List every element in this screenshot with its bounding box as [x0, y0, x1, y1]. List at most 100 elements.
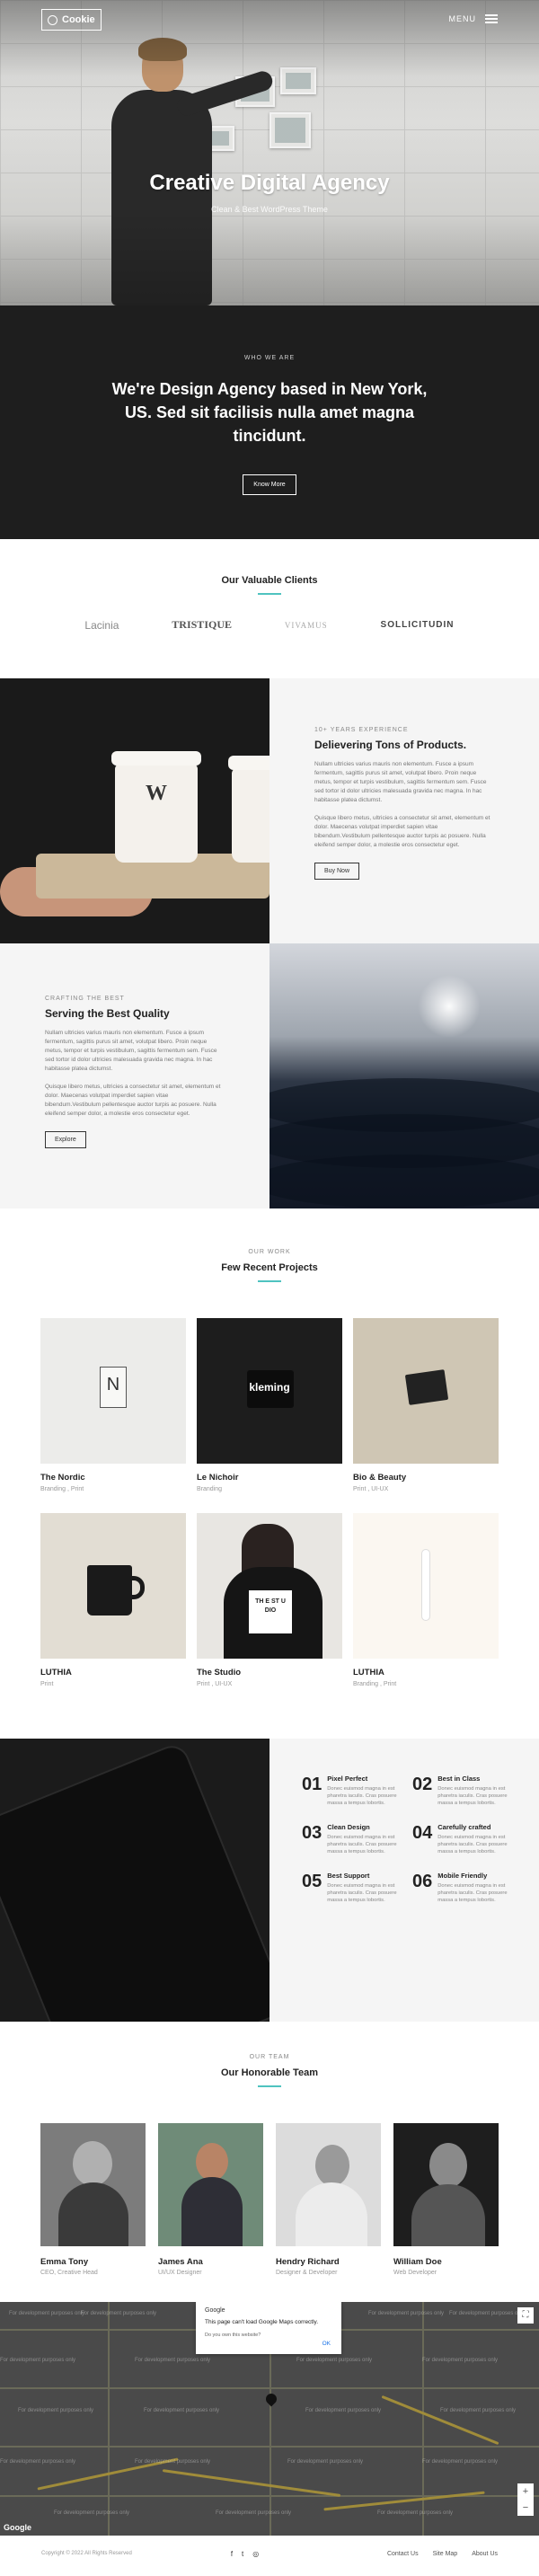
- facebook-icon[interactable]: f: [231, 2550, 233, 2558]
- fullscreen-icon[interactable]: ⛶: [517, 2307, 534, 2324]
- map-dev-text: For development purposes only: [18, 2408, 94, 2413]
- map-dev-text: For development purposes only: [0, 2358, 76, 2363]
- map-dev-text: For development purposes only: [449, 2311, 526, 2316]
- site-map-link[interactable]: Site Map: [433, 2551, 458, 2557]
- team-member[interactable]: Emma Tony CEO, Creative Head: [40, 2123, 146, 2276]
- map-dev-text: For development purposes only: [377, 2510, 454, 2516]
- member-name: Emma Tony: [40, 2257, 89, 2267]
- coffee-image: W: [0, 678, 270, 943]
- feature-item: 03 Clean Design Donec euismod magna in e…: [302, 1823, 403, 1855]
- zoom-in-button[interactable]: +: [517, 2483, 534, 2500]
- member-name: James Ana: [158, 2257, 203, 2267]
- team-eyebrow: OUR TEAM: [249, 2054, 290, 2060]
- team-section: OUR TEAM Our Honorable Team Emma Tony CE…: [0, 2022, 539, 2302]
- feature-title: Pixel Perfect: [327, 1775, 368, 1783]
- client-logo[interactable]: TRISTIQUE: [172, 618, 232, 632]
- member-role: UI/UX Designer: [158, 2270, 202, 2276]
- products-text: 10+ YEARS EXPERIENCE Delievering Tons of…: [270, 678, 539, 943]
- map-dev-text: For development purposes only: [0, 2459, 76, 2465]
- project-card[interactable]: LUTHIA Branding , Print: [353, 1513, 499, 1708]
- feature-number: 01: [302, 1775, 323, 1794]
- kleming-mark: kleming: [249, 1381, 290, 1394]
- products-eyebrow: 10+ YEARS EXPERIENCE: [314, 727, 409, 733]
- features-grid: 01 Pixel Perfect Donec euismod magna in …: [270, 1739, 539, 2022]
- map-section[interactable]: For development purposes only For develo…: [0, 2302, 539, 2536]
- feature-desc: Donec euismod magna in est pharetra iacu…: [327, 1786, 397, 1806]
- team-member[interactable]: James Ana UI/UX Designer: [158, 2123, 263, 2276]
- member-photo: [158, 2123, 263, 2246]
- project-title: Le Nichoir: [197, 1473, 239, 1483]
- who-we-are-section: WHO WE ARE We're Design Agency based in …: [0, 305, 539, 539]
- project-title: The Studio: [197, 1668, 242, 1677]
- coffee-cup: W: [111, 751, 201, 863]
- hero-title: Creative Digital Agency: [149, 171, 390, 195]
- project-image: N: [40, 1318, 186, 1464]
- project-categories: Branding , Print: [40, 1486, 84, 1492]
- menu-button[interactable]: MENU: [448, 14, 498, 23]
- client-logo[interactable]: Lacinia: [84, 619, 119, 632]
- buy-now-button[interactable]: Buy Now: [314, 863, 360, 880]
- project-image: kleming: [197, 1318, 342, 1464]
- project-card[interactable]: LUTHIA Print: [40, 1513, 186, 1708]
- maps-ok-button[interactable]: OK: [323, 2341, 331, 2347]
- map-dev-text: For development purposes only: [422, 2459, 499, 2465]
- feature-title: Clean Design: [327, 1823, 370, 1831]
- contact-us-link[interactable]: Contact Us: [387, 2551, 419, 2557]
- team-member[interactable]: William Doe Web Developer: [393, 2123, 499, 2276]
- about-us-link[interactable]: About Us: [472, 2551, 498, 2557]
- instagram-icon[interactable]: ◎: [252, 2550, 259, 2558]
- project-image: TH E ST U DIO: [197, 1513, 342, 1659]
- client-logo[interactable]: SOLLICITUDIN: [381, 620, 455, 630]
- title-divider: [258, 2085, 281, 2087]
- feature-desc: Donec euismod magna in est pharetra iacu…: [327, 1883, 397, 1903]
- team-title: Our Honorable Team: [221, 2067, 318, 2078]
- map-dev-text: For development purposes only: [54, 2510, 130, 2516]
- project-categories: Branding: [197, 1486, 223, 1492]
- products-paragraph: Nullam ultricies varius mauris non eleme…: [314, 761, 487, 803]
- map-dev-text: For development purposes only: [305, 2408, 382, 2413]
- quality-text: CRAFTING THE BEST Serving the Best Quali…: [0, 943, 270, 1208]
- feature-number: 04: [412, 1823, 433, 1843]
- map-dev-text: For development purposes only: [287, 2459, 364, 2465]
- google-label: Google: [205, 2307, 225, 2314]
- project-card[interactable]: kleming Le Nichoir Branding: [197, 1318, 342, 1513]
- map-dev-text: For development purposes only: [440, 2408, 517, 2413]
- site-logo[interactable]: Cookie: [41, 9, 102, 31]
- member-role: Web Developer: [393, 2270, 437, 2276]
- project-card[interactable]: Bio & Beauty Print , UI-UX: [353, 1318, 499, 1513]
- toothbrush: [421, 1549, 430, 1621]
- team-member[interactable]: Hendry Richard Designer & Developer: [276, 2123, 381, 2276]
- project-card[interactable]: TH E ST U DIO The Studio Print , UI-UX: [197, 1513, 342, 1708]
- footer: Copyright © 2022 All Rights Reserved f t…: [0, 2536, 539, 2572]
- quality-eyebrow: CRAFTING THE BEST: [45, 996, 125, 1002]
- maps-error-message: This page can't load Google Maps correct…: [205, 2319, 319, 2325]
- map-dev-text: For development purposes only: [135, 2459, 211, 2465]
- feature-number: 03: [302, 1823, 323, 1843]
- explore-button[interactable]: Explore: [45, 1131, 86, 1148]
- project-card[interactable]: N The Nordic Branding , Print: [40, 1318, 186, 1513]
- zoom-controls: + −: [517, 2483, 534, 2516]
- studio-sign: TH E ST U DIO: [249, 1590, 292, 1633]
- zoom-out-button[interactable]: −: [517, 2500, 534, 2516]
- know-more-button[interactable]: Know More: [243, 474, 296, 495]
- project-categories: Branding , Print: [353, 1681, 397, 1687]
- team-members: Emma Tony CEO, Creative Head James Ana U…: [40, 2123, 499, 2276]
- page: Cookie MENU Creative Digital Agency Clea…: [0, 0, 539, 2576]
- clients-title: Our Valuable Clients: [221, 575, 318, 586]
- feature-item: 06 Mobile Friendly Donec euismod magna i…: [412, 1872, 514, 1904]
- title-divider: [258, 1280, 281, 1282]
- client-logos: Lacinia TRISTIQUE VIVAMUS SOLLICITUDIN: [58, 618, 481, 632]
- map-dev-text: For development purposes only: [144, 2408, 220, 2413]
- member-name: Hendry Richard: [276, 2257, 340, 2267]
- feature-desc: Donec euismod magna in est pharetra iacu…: [437, 1835, 508, 1855]
- project-image: [40, 1513, 186, 1659]
- map-pin-icon[interactable]: [263, 2391, 279, 2407]
- menu-label: MENU: [448, 14, 476, 23]
- products-section: W 10+ YEARS EXPERIENCE Delievering Tons …: [0, 678, 539, 943]
- feature-number: 06: [412, 1872, 433, 1891]
- twitter-icon[interactable]: t: [242, 2550, 243, 2558]
- feature-desc: Donec euismod magna in est pharetra iacu…: [437, 1883, 508, 1903]
- client-logo[interactable]: VIVAMUS: [285, 621, 328, 630]
- copyright-text: Copyright © 2022 All Rights Reserved: [41, 2551, 132, 2556]
- map-dev-text: For development purposes only: [135, 2358, 211, 2363]
